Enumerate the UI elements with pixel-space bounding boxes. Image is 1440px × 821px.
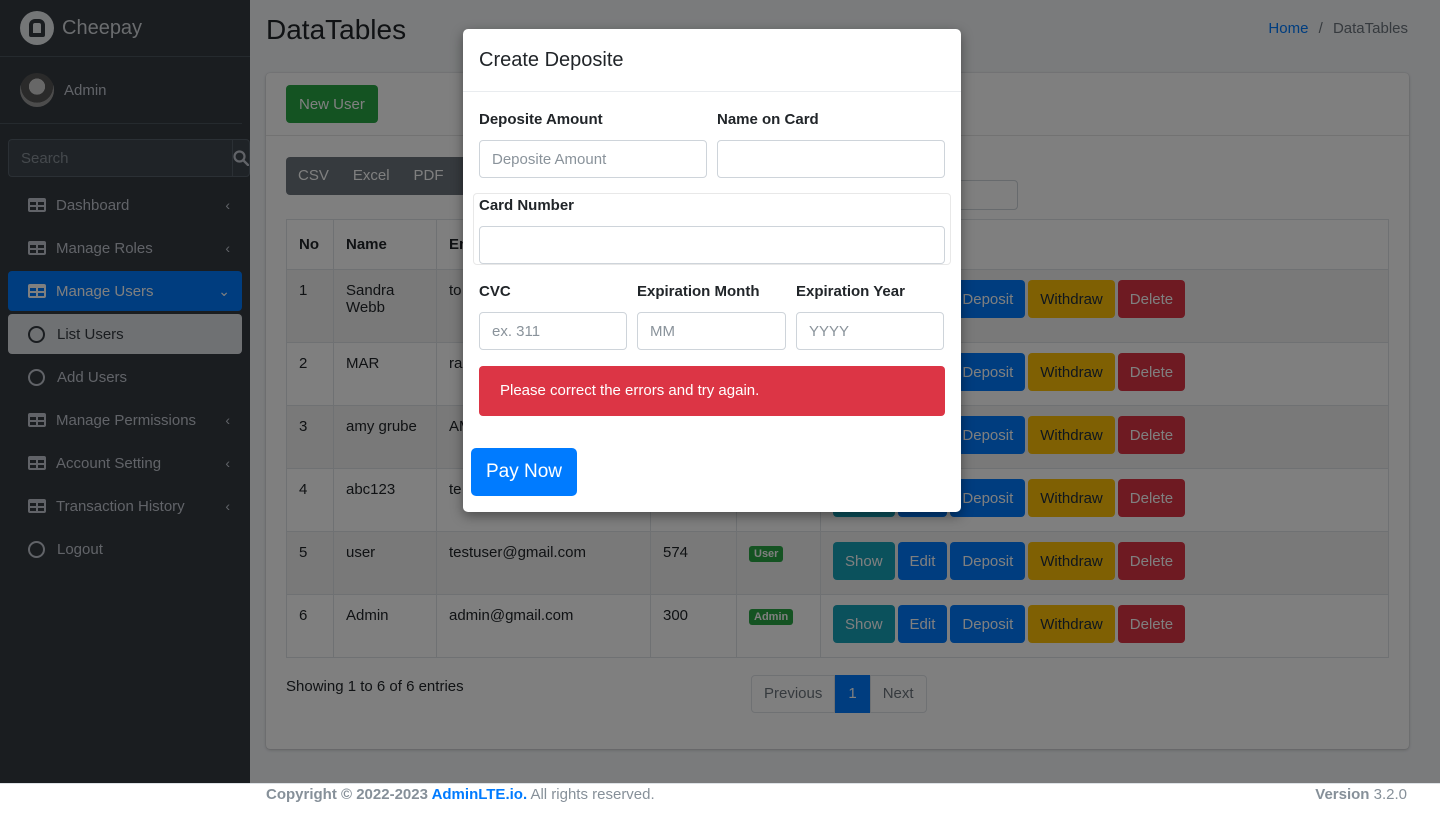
version-number: 3.2.0 <box>1369 786 1407 803</box>
deposit-amount-label: Deposite Amount <box>479 111 603 128</box>
footer: Copyright © 2022-2023 AdminLTE.io. All r… <box>0 783 1440 821</box>
card-number-input[interactable] <box>479 226 945 264</box>
deposit-amount-input[interactable] <box>479 140 707 178</box>
rights-text: All rights reserved. <box>527 786 655 803</box>
footer-copyright: Copyright © 2022-2023 AdminLTE.io. All r… <box>266 786 655 803</box>
create-deposit-modal: Create Deposite Deposite Amount Name on … <box>463 29 961 512</box>
modal-title: Create Deposite <box>463 29 961 92</box>
expiration-month-label: Expiration Month <box>637 283 760 300</box>
copyright-text: Copyright © 2022-2023 <box>266 786 432 803</box>
adminlte-link[interactable]: AdminLTE.io. <box>432 786 528 803</box>
cvc-input[interactable] <box>479 312 627 350</box>
expiration-year-label: Expiration Year <box>796 283 905 300</box>
expiration-month-input[interactable] <box>637 312 786 350</box>
expiration-year-input[interactable] <box>796 312 944 350</box>
name-on-card-input[interactable] <box>717 140 945 178</box>
error-alert: Please correct the errors and try again. <box>479 366 945 416</box>
footer-version: Version 3.2.0 <box>1315 786 1407 803</box>
name-on-card-label: Name on Card <box>717 111 819 128</box>
version-label: Version <box>1315 786 1370 803</box>
card-number-label: Card Number <box>479 197 575 214</box>
cvc-label: CVC <box>479 283 511 300</box>
pay-now-button[interactable]: Pay Now <box>471 448 577 496</box>
